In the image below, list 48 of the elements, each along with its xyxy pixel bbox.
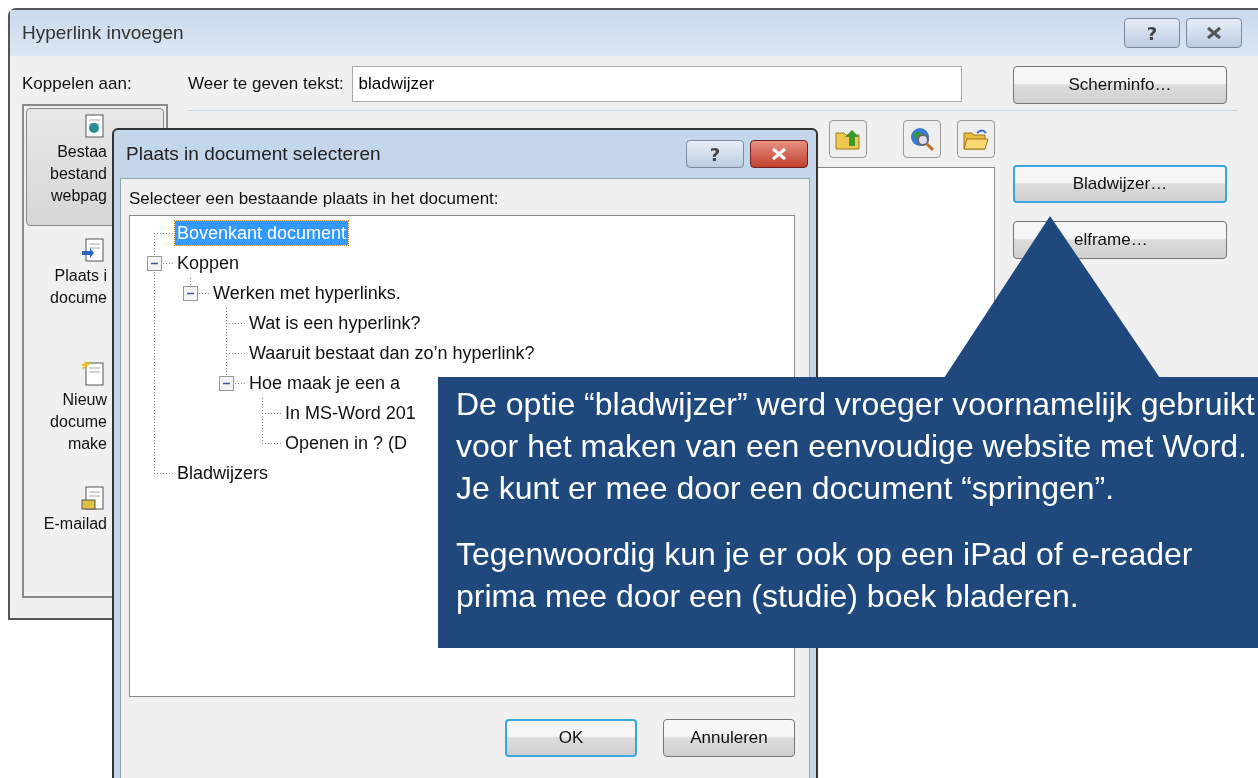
link-type-label: docume [50, 288, 107, 308]
help-button[interactable]: ? [1124, 18, 1180, 48]
tree-item[interactable]: Bladwijzers [175, 461, 271, 485]
collapse-toggle[interactable] [219, 376, 234, 391]
link-type-label: Nieuw [62, 390, 107, 410]
link-type-item[interactable]: Nieuw docume make [26, 356, 164, 474]
display-text-label: Weer te geven tekst: [188, 74, 344, 94]
tree-item[interactable]: Openen in ? (D [283, 431, 410, 455]
screentip-button[interactable]: Scherminfo… [1013, 66, 1227, 104]
cancel-button[interactable]: Annuleren [663, 719, 795, 757]
window-title: Hyperlink invoegen [22, 22, 184, 44]
collapse-toggle[interactable] [183, 286, 198, 301]
link-type-item[interactable]: Plaats i docume [26, 232, 164, 350]
link-type-label: webpag [50, 186, 107, 206]
open-folder-icon [963, 128, 989, 150]
close-icon [1205, 26, 1223, 40]
folder-up-button[interactable] [829, 120, 867, 158]
tree-item[interactable]: Hoe maak je een a [247, 371, 403, 395]
link-type-label: make [67, 434, 107, 454]
browse-folder-button[interactable] [957, 120, 995, 158]
display-text-field[interactable]: bladwijzer [351, 66, 962, 102]
link-type-label: bestand [50, 164, 107, 184]
web-search-button[interactable] [903, 120, 941, 158]
link-type-item[interactable]: E-mailad [26, 480, 164, 598]
tree-item[interactable]: Koppen [175, 251, 242, 275]
close-icon [770, 147, 788, 161]
document-icon [81, 237, 105, 263]
ok-button[interactable]: OK [505, 719, 637, 757]
callout-text: Tegenwoordig kun je er ook op een iPad of e-reader prima mee door een (studie) boek bladeren. [456, 535, 1194, 616]
tree-item[interactable]: In MS-Word 201 [283, 401, 418, 425]
collapse-toggle[interactable] [147, 256, 162, 271]
link-type-label: E-mailad [43, 514, 107, 534]
close-button[interactable] [750, 140, 808, 168]
tree-item[interactable]: Wat is een hyperlink? [247, 311, 423, 335]
document-icon [81, 485, 105, 511]
link-type-label: docume [50, 412, 107, 432]
globe-search-icon [909, 126, 935, 152]
folder-up-icon [835, 128, 861, 150]
help-button[interactable]: ? [686, 140, 744, 168]
tree-item[interactable]: Waaruit bestaat dan zo’n hyperlink? [247, 341, 537, 365]
link-type-label: Plaats i [54, 266, 107, 286]
document-icon [81, 361, 105, 387]
bookmark-button[interactable]: Bladwijzer… [1013, 165, 1227, 203]
callout-text: De optie “bladwijzer” werd vroeger voornamelijk gebruikt voor het maken van een eenvoudige website met Word. Je kunt er mee door een document “springen”. [456, 385, 1256, 508]
tree-item[interactable]: Werken met hyperlinks. [211, 281, 403, 305]
link-to-label: Koppelen aan: [22, 74, 133, 94]
close-button[interactable] [1186, 18, 1242, 48]
link-type-label: Bestaa [57, 142, 107, 162]
